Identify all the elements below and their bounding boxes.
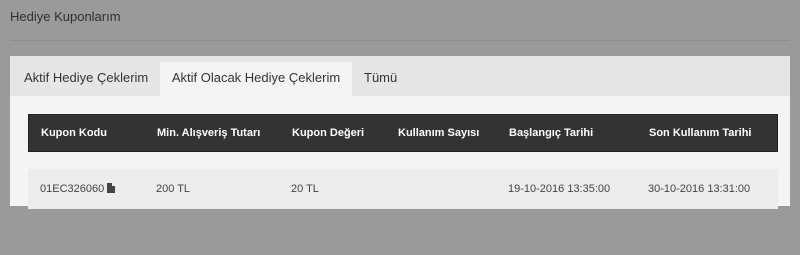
cell-start-date: 19-10-2016 13:35:00 — [508, 183, 611, 195]
tab-all[interactable]: Tümü — [364, 62, 412, 96]
table-row: 01EC326060 200 TL 20 TL 19-10-2016 13:35… — [28, 169, 778, 209]
tab-active-gift-checks[interactable]: Aktif Hediye Çeklerim — [10, 62, 160, 96]
cell-coupon-value: 20 TL — [291, 183, 319, 195]
header-divider — [10, 40, 790, 41]
tab-bar: Aktif Hediye Çeklerim Aktif Olacak Hediy… — [10, 56, 790, 96]
coupon-code-text: 01EC326060 — [40, 183, 105, 195]
coupons-table: Kupon Kodu Min. Alışveriş Tutarı Kupon D… — [28, 114, 778, 209]
cell-coupon-code: 01EC326060 — [40, 169, 116, 209]
tab-upcoming-gift-checks[interactable]: Aktif Olacak Hediye Çeklerim — [160, 62, 352, 96]
column-header-usage-count: Kullanım Sayısı — [398, 127, 480, 139]
page-header: Hediye Kuponlarım — [0, 0, 800, 56]
coupons-panel: Aktif Hediye Çeklerim Aktif Olacak Hediy… — [10, 56, 790, 209]
table-header: Kupon Kodu Min. Alışveriş Tutarı Kupon D… — [28, 114, 778, 152]
document-icon[interactable] — [107, 183, 116, 193]
column-header-end-date: Son Kullanım Tarihi — [649, 127, 752, 139]
column-header-coupon-value: Kupon Değeri — [292, 127, 365, 139]
column-header-start-date: Başlangıç Tarihi — [509, 127, 594, 139]
cell-end-date: 30-10-2016 13:31:00 — [648, 183, 751, 195]
page-title: Hediye Kuponlarım — [10, 9, 121, 24]
column-header-coupon-code: Kupon Kodu — [41, 127, 107, 139]
cell-min-amount: 200 TL — [156, 183, 191, 195]
column-header-min-amount: Min. Alışveriş Tutarı — [157, 127, 261, 139]
